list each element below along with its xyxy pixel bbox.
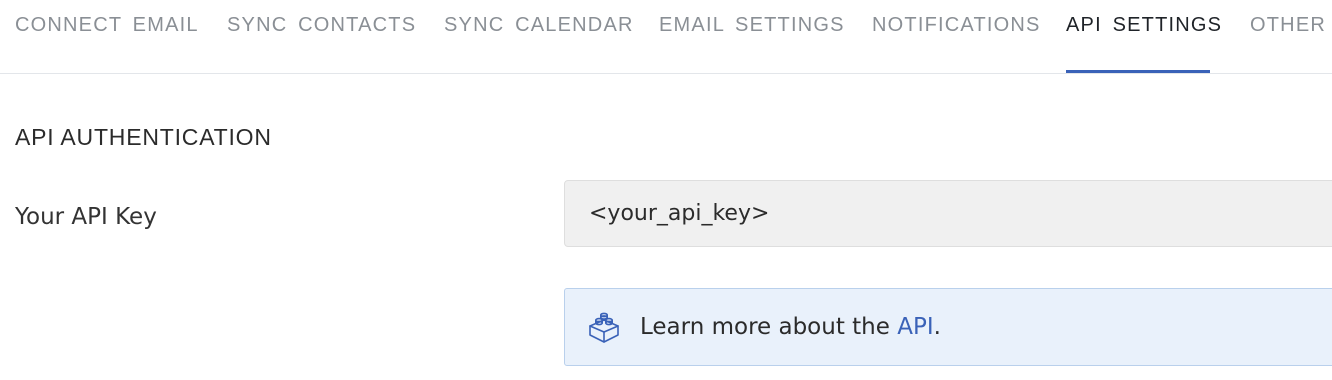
tab-sync-calendar[interactable]: SYNC CALENDAR	[444, 0, 634, 73]
api-docs-link[interactable]: API	[897, 314, 933, 340]
tab-label: SYNC CONTACTS	[227, 14, 417, 36]
api-info-text: Learn more about the API.	[640, 314, 941, 340]
info-text-suffix: .	[933, 314, 941, 340]
tab-notifications[interactable]: NOTIFICATIONS	[872, 0, 1041, 73]
lego-block-icon	[589, 312, 619, 343]
api-key-field[interactable]	[564, 180, 1332, 247]
tab-label: OTHER	[1250, 14, 1326, 36]
tab-label: CONNECT EMAIL	[15, 14, 199, 36]
tab-connect-email[interactable]: CONNECT EMAIL	[15, 0, 199, 73]
tab-label: API SETTINGS	[1066, 14, 1223, 36]
settings-tab-bar: CONNECT EMAIL SYNC CONTACTS SYNC CALENDA…	[0, 0, 1332, 74]
tab-email-settings[interactable]: EMAIL SETTINGS	[659, 0, 845, 73]
section-title: API AUTHENTICATION	[15, 124, 272, 150]
api-info-box: Learn more about the API.	[564, 288, 1332, 366]
tab-label: NOTIFICATIONS	[872, 14, 1041, 36]
tab-other[interactable]: OTHER	[1250, 0, 1326, 73]
tab-sync-contacts[interactable]: SYNC CONTACTS	[227, 0, 417, 73]
active-tab-indicator	[1066, 70, 1210, 73]
tab-label: EMAIL SETTINGS	[659, 14, 845, 36]
tab-label: SYNC CALENDAR	[444, 14, 634, 36]
info-text-prefix: Learn more about the	[640, 314, 898, 340]
tab-api-settings[interactable]: API SETTINGS	[1066, 0, 1221, 73]
api-key-label: Your API Key	[15, 204, 157, 230]
